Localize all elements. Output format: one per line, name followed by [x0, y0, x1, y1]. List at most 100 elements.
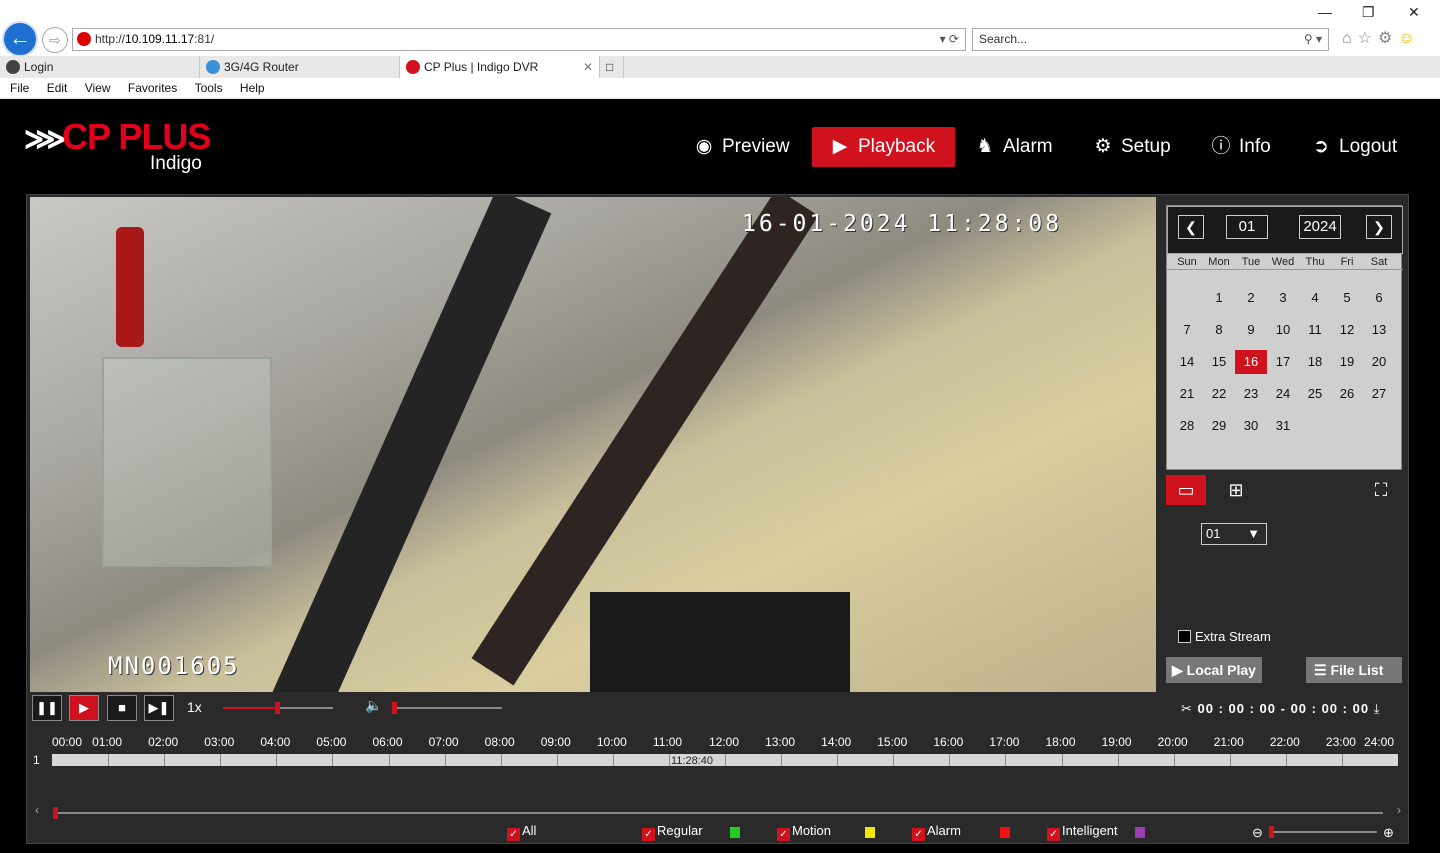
- extra-stream[interactable]: Extra Stream: [1178, 629, 1271, 644]
- calendar-day[interactable]: 13: [1363, 318, 1395, 342]
- search-box[interactable]: Search... ⚲ ▾: [972, 28, 1329, 51]
- stop-button[interactable]: ■: [107, 695, 137, 721]
- search-icon[interactable]: ⚲ ▾: [1304, 29, 1322, 50]
- calendar-day[interactable]: 21: [1171, 382, 1203, 406]
- volume-slider[interactable]: [392, 702, 502, 714]
- nav-setup[interactable]: ⚙ Setup: [1093, 127, 1170, 167]
- calendar-day[interactable]: 10: [1267, 318, 1299, 342]
- checkbox-icon[interactable]: ✓: [507, 828, 520, 841]
- speed-slider-knob[interactable]: [275, 702, 280, 714]
- nav-alarm[interactable]: ♞ Alarm: [975, 127, 1052, 167]
- pause-button[interactable]: ❚❚: [32, 695, 62, 721]
- calendar-day[interactable]: 14: [1171, 350, 1203, 374]
- calendar-day[interactable]: 15: [1203, 350, 1235, 374]
- tab-login[interactable]: Login: [0, 56, 200, 78]
- calendar-day[interactable]: 18: [1299, 350, 1331, 374]
- menu-favorites[interactable]: Favorites: [128, 81, 177, 95]
- star-icon[interactable]: ☆: [1358, 30, 1378, 47]
- single-view-button[interactable]: ▭: [1166, 475, 1206, 505]
- calendar-day[interactable]: 8: [1203, 318, 1235, 342]
- calendar-day[interactable]: 17: [1267, 350, 1299, 374]
- calendar-day[interactable]: 27: [1363, 382, 1395, 406]
- tab-router[interactable]: 3G/4G Router: [200, 56, 400, 78]
- download-icon[interactable]: ⤓: [1374, 701, 1381, 716]
- calendar-day[interactable]: 4: [1299, 286, 1331, 310]
- zoom-in-icon[interactable]: ⊕: [1383, 825, 1394, 841]
- legend-motion[interactable]: ✓ Motion: [777, 823, 831, 841]
- zoom-slider-knob[interactable]: [1269, 826, 1274, 838]
- calendar-day[interactable]: 28: [1171, 414, 1203, 438]
- calendar-day[interactable]: 30: [1235, 414, 1267, 438]
- smiley-icon[interactable]: ☺: [1398, 30, 1420, 47]
- legend-intelligent[interactable]: ✓ Intelligent: [1047, 823, 1118, 841]
- calendar-day[interactable]: 12: [1331, 318, 1363, 342]
- home-icon[interactable]: ⌂: [1342, 30, 1358, 47]
- forward-button[interactable]: ⇨: [42, 27, 68, 53]
- checkbox-icon[interactable]: ✓: [777, 828, 790, 841]
- step-frame-button[interactable]: ▶❚: [144, 695, 174, 721]
- calendar-day[interactable]: 20: [1363, 350, 1395, 374]
- menu-edit[interactable]: Edit: [47, 81, 68, 95]
- zoom-slider[interactable]: [1269, 826, 1377, 838]
- volume-icon[interactable]: 🔈: [365, 697, 382, 714]
- checkbox-icon[interactable]: ✓: [642, 828, 655, 841]
- calendar-day[interactable]: 2: [1235, 286, 1267, 310]
- calendar-day[interactable]: 5: [1331, 286, 1363, 310]
- calendar-day[interactable]: 23: [1235, 382, 1267, 406]
- menu-help[interactable]: Help: [240, 81, 265, 95]
- restore-button[interactable]: ❐: [1362, 4, 1375, 21]
- play-button[interactable]: ▶: [69, 695, 99, 721]
- legend-all[interactable]: ✓ All: [507, 823, 536, 841]
- year-field[interactable]: 2024: [1299, 215, 1341, 239]
- channel-select[interactable]: 01 ▼: [1201, 523, 1267, 545]
- refresh-icon[interactable]: ▾ ⟳: [940, 29, 959, 50]
- close-window-button[interactable]: ✕: [1408, 4, 1420, 21]
- calendar-day[interactable]: 6: [1363, 286, 1395, 310]
- nav-logout[interactable]: ➲ Logout: [1311, 127, 1397, 167]
- menu-file[interactable]: File: [10, 81, 29, 95]
- menu-tools[interactable]: Tools: [195, 81, 223, 95]
- nav-info[interactable]: ⓘ Info: [1211, 127, 1270, 167]
- calendar-day[interactable]: 7: [1171, 318, 1203, 342]
- zoom-out-icon[interactable]: ⊖: [1252, 825, 1263, 841]
- calendar-day[interactable]: 9: [1235, 318, 1267, 342]
- legend-regular[interactable]: ✓ Regular: [642, 823, 703, 841]
- checkbox-icon[interactable]: ✓: [1047, 828, 1060, 841]
- close-tab-icon[interactable]: ✕: [583, 56, 593, 78]
- new-tab-button[interactable]: □: [602, 56, 624, 78]
- calendar-day[interactable]: 1: [1203, 286, 1235, 310]
- local-play-button[interactable]: ▶ Local Play: [1166, 657, 1262, 683]
- fullscreen-button[interactable]: ⛶: [1361, 475, 1401, 505]
- nav-playback[interactable]: ▶ Playback: [812, 127, 956, 167]
- calendar-day[interactable]: 3: [1267, 286, 1299, 310]
- settings-gear-icon[interactable]: ⚙: [1378, 30, 1398, 47]
- tab-dvr[interactable]: CP Plus | Indigo DVR ✕: [400, 56, 600, 78]
- file-list-button[interactable]: ☰ File List: [1306, 657, 1402, 683]
- quad-view-button[interactable]: ⊞: [1216, 475, 1256, 505]
- scroll-knob[interactable]: [53, 807, 58, 819]
- calendar-day[interactable]: 26: [1331, 382, 1363, 406]
- calendar-day[interactable]: 31: [1267, 414, 1299, 438]
- next-month-button[interactable]: ❯: [1366, 215, 1392, 239]
- calendar-day[interactable]: 16: [1235, 350, 1267, 374]
- menu-view[interactable]: View: [85, 81, 111, 95]
- legend-alarm[interactable]: ✓ Alarm: [912, 823, 961, 841]
- scroll-right-icon[interactable]: ›: [1397, 803, 1401, 817]
- scissors-icon[interactable]: ✂: [1181, 701, 1193, 716]
- video-feed[interactable]: 16-01-2024 11:28:08 MN001605: [30, 197, 1156, 692]
- month-field[interactable]: 01: [1226, 215, 1268, 239]
- speed-slider[interactable]: [223, 702, 333, 714]
- volume-slider-knob[interactable]: [392, 702, 397, 714]
- calendar-day[interactable]: 22: [1203, 382, 1235, 406]
- back-button[interactable]: ←: [2, 21, 38, 57]
- scroll-left-icon[interactable]: ‹: [35, 803, 39, 817]
- calendar-day[interactable]: 19: [1331, 350, 1363, 374]
- nav-preview[interactable]: ◉ Preview: [694, 127, 790, 167]
- minimize-button[interactable]: —: [1318, 4, 1332, 20]
- timeline-scrollbar[interactable]: ‹ ›: [35, 803, 1401, 819]
- prev-month-button[interactable]: ❮: [1178, 215, 1204, 239]
- extra-stream-checkbox[interactable]: [1178, 630, 1191, 643]
- checkbox-icon[interactable]: ✓: [912, 828, 925, 841]
- calendar-day[interactable]: 29: [1203, 414, 1235, 438]
- calendar-day[interactable]: 11: [1299, 318, 1331, 342]
